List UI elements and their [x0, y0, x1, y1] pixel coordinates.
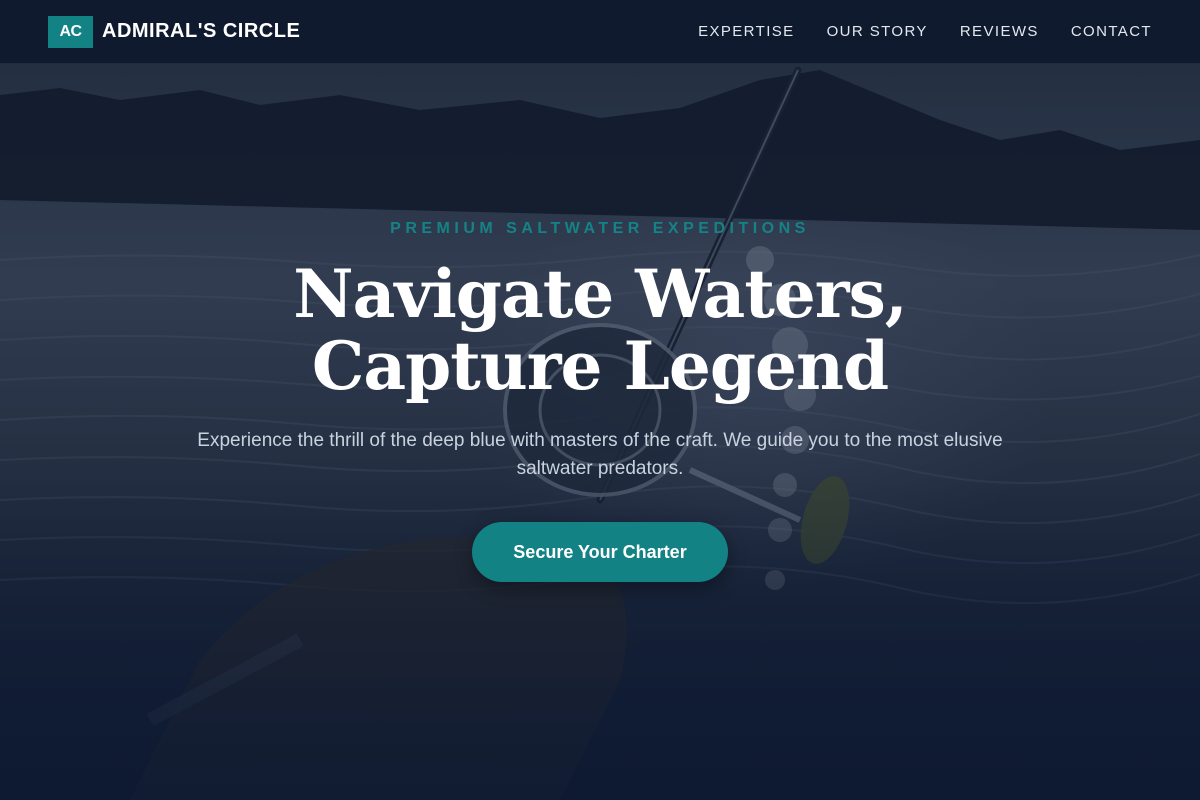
hero-eyebrow: PREMIUM SALTWATER EXPEDITIONS — [390, 220, 810, 237]
hero-title: Navigate Waters, Capture Legend — [293, 255, 907, 405]
secure-charter-button[interactable]: Secure Your Charter — [472, 522, 728, 582]
top-navbar: AC ADMIRAL'S CIRCLE EXPERTISE OUR STORY … — [0, 0, 1200, 64]
brand-monogram: AC — [48, 15, 93, 48]
landing-page: AC ADMIRAL'S CIRCLE EXPERTISE OUR STORY … — [0, 0, 1200, 800]
hero-subtitle: Experience the thrill of the deep blue w… — [197, 430, 1003, 479]
nav-link-contact[interactable]: CONTACT — [1071, 23, 1152, 40]
brand-name: ADMIRAL'S CIRCLE — [102, 20, 301, 42]
nav-links: EXPERTISE OUR STORY REVIEWS CONTACT — [698, 23, 1152, 40]
nav-link-expertise[interactable]: EXPERTISE — [698, 23, 795, 40]
nav-link-our-story[interactable]: OUR STORY — [827, 23, 928, 40]
nav-link-reviews[interactable]: REVIEWS — [960, 23, 1039, 40]
hero-section: PREMIUM SALTWATER EXPEDITIONS Navigate W… — [0, 0, 1200, 800]
brand-logo-link[interactable]: AC ADMIRAL'S CIRCLE — [48, 15, 301, 48]
